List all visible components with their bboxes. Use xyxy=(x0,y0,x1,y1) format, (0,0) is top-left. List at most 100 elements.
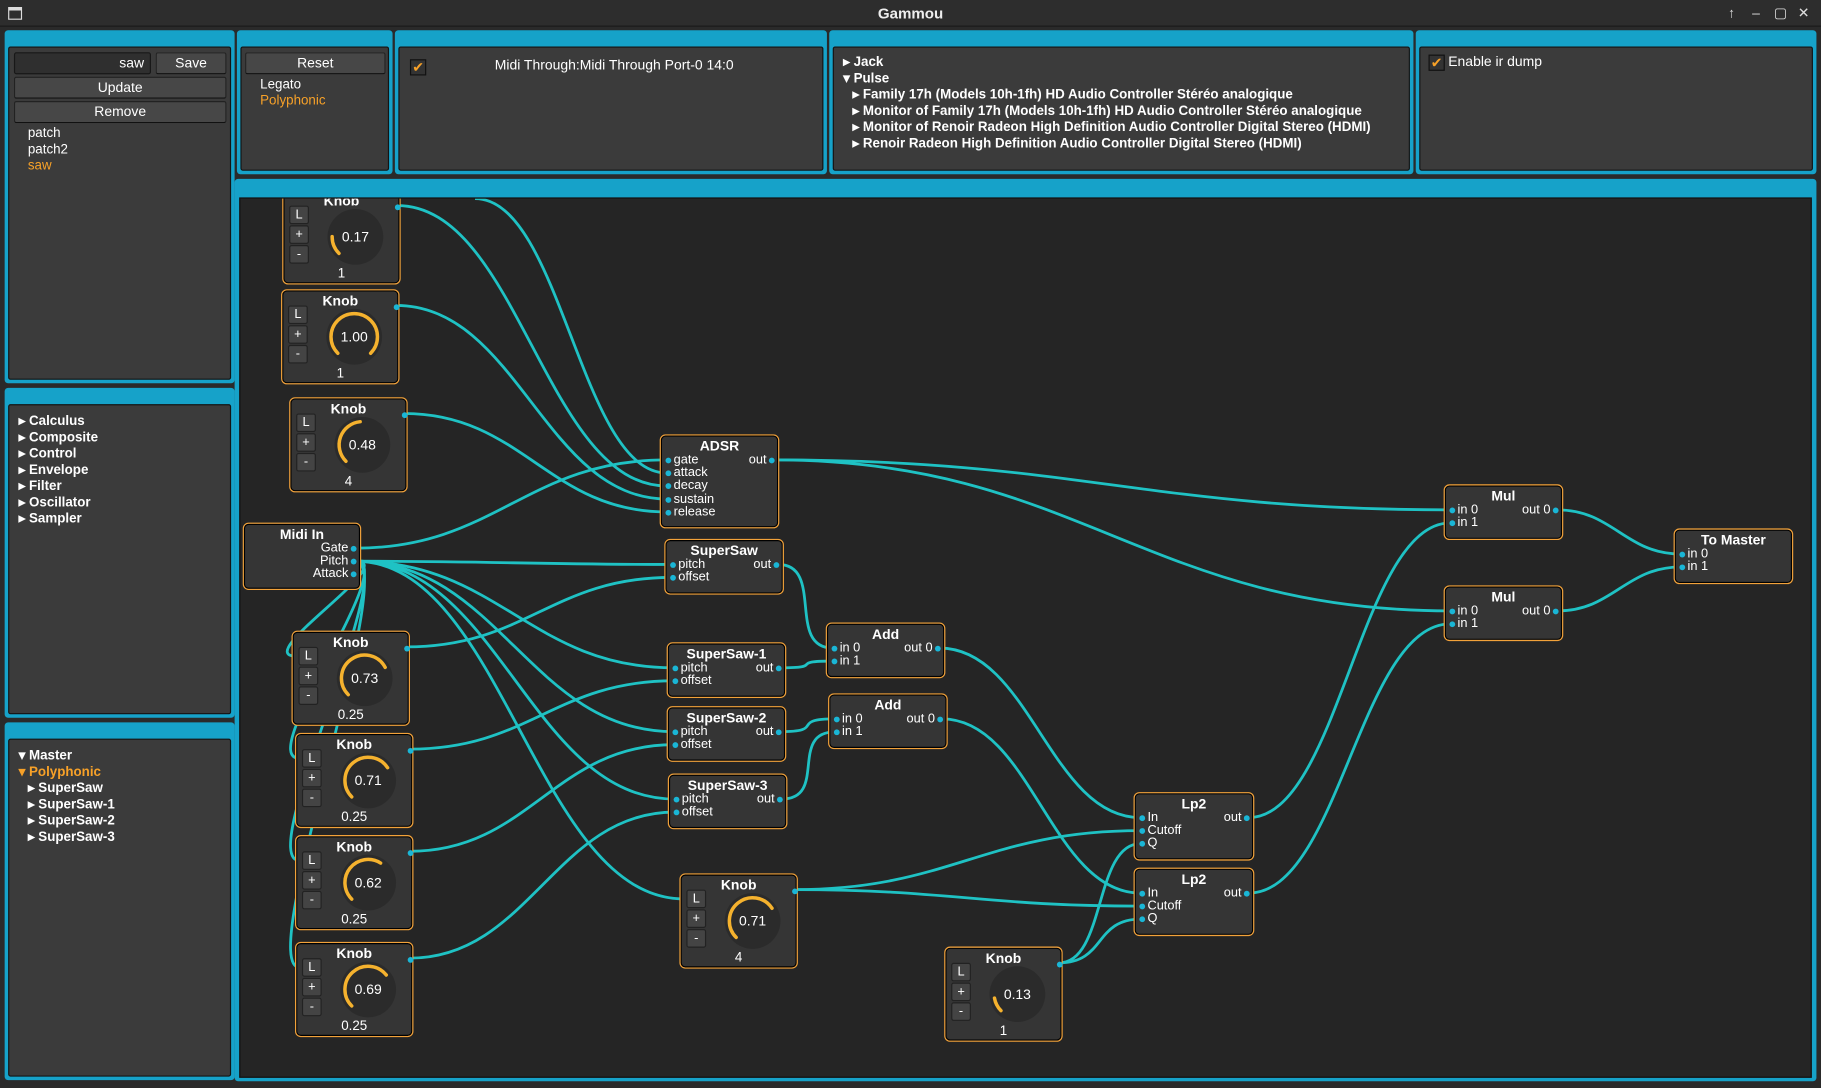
input-port-dot[interactable] xyxy=(831,645,838,652)
output-port-dot[interactable] xyxy=(350,545,357,552)
plugin-category-composite[interactable]: ▸ Composite xyxy=(19,429,98,445)
knob-node[interactable]: Knob L + -0.13 1 xyxy=(944,946,1063,1042)
wire[interactable] xyxy=(778,563,833,650)
adsr-node[interactable]: ADSR gate attack decay sustain release out xyxy=(659,434,780,529)
knob-node[interactable]: Knob L + -0.62 0.25 xyxy=(294,835,414,931)
remove-button[interactable]: Remove xyxy=(13,101,227,124)
output-port-dot[interactable] xyxy=(768,457,775,464)
audio-device-item[interactable]: ▸ Family 17h (Models 10h-1fh) HD Audio C… xyxy=(852,86,1292,102)
audio-api-jack[interactable]: ▸ Jack xyxy=(843,53,883,70)
wire[interactable] xyxy=(939,646,1141,820)
input-port-dot[interactable] xyxy=(1449,507,1456,514)
tree-item-supersaw-3[interactable]: ▸ SuperSaw-3 xyxy=(28,828,115,844)
output-port-dot[interactable] xyxy=(776,796,783,803)
plugin-category-control[interactable]: ▸ Control xyxy=(19,445,77,461)
wire[interactable] xyxy=(1557,508,1681,556)
input-port-dot[interactable] xyxy=(670,575,676,581)
output-port-dot[interactable] xyxy=(934,645,941,652)
plugin-category-oscillator[interactable]: ▸ Oscillator xyxy=(19,494,91,510)
wire[interactable] xyxy=(475,198,667,475)
input-port-dot[interactable] xyxy=(1679,551,1686,558)
output-port-dot[interactable] xyxy=(1243,890,1250,897)
patch-list-item[interactable]: patch2 xyxy=(28,143,68,157)
input-port-dot[interactable] xyxy=(1449,520,1456,527)
close-button[interactable]: ✕ xyxy=(1794,3,1813,22)
knob-node[interactable]: Knob L + -0.17 1 xyxy=(282,198,401,285)
plugin-category-envelope[interactable]: ▸ Envelope xyxy=(19,461,89,477)
input-port-dot[interactable] xyxy=(833,729,840,736)
save-button[interactable]: Save xyxy=(155,52,227,75)
update-button[interactable]: Update xyxy=(13,76,227,99)
wire[interactable] xyxy=(780,717,836,734)
input-port-dot[interactable] xyxy=(673,809,680,816)
input-port-dot[interactable] xyxy=(672,678,679,685)
ir-dump-checkbox[interactable]: ✔ xyxy=(1428,54,1445,71)
knob-node[interactable]: Knob L + -0.69 0.25 xyxy=(294,941,414,1038)
wire[interactable] xyxy=(781,730,836,801)
patch-list-item[interactable]: patch xyxy=(28,127,61,141)
output-port-dot[interactable] xyxy=(407,956,414,963)
add-node[interactable]: Add in 0 in 1 out 0 xyxy=(828,693,948,750)
audio-device-item[interactable]: ▸ Renoir Radeon High Definition Audio Co… xyxy=(852,135,1301,151)
input-port-dot[interactable] xyxy=(665,496,672,503)
input-port-dot[interactable] xyxy=(672,665,679,672)
mul-node[interactable]: Mul in 0 in 1 out 0 xyxy=(1443,484,1564,541)
input-port-dot[interactable] xyxy=(831,658,838,665)
knob-node[interactable]: Knob L + -0.71 4 xyxy=(679,873,798,969)
input-port-dot[interactable] xyxy=(833,716,840,723)
lp2-node[interactable]: Lp2 In Cutoff Qout xyxy=(1133,867,1255,937)
audio-device-item[interactable]: ▸ Monitor of Family 17h (Models 10h-1fh)… xyxy=(852,102,1361,119)
tree-item-supersaw-1[interactable]: ▸ SuperSaw-1 xyxy=(28,796,115,812)
input-port-dot[interactable] xyxy=(1449,621,1456,628)
input-port-dot[interactable] xyxy=(672,742,679,749)
input-port-dot[interactable] xyxy=(670,562,676,568)
plugin-category-filter[interactable]: ▸ Filter xyxy=(19,477,62,494)
output-port-dot[interactable] xyxy=(407,747,414,754)
output-port-dot[interactable] xyxy=(937,716,944,723)
knob-node[interactable]: Knob L + -0.48 4 xyxy=(289,397,408,493)
input-port-dot[interactable] xyxy=(1139,841,1146,848)
supersaw-node[interactable]: SuperSaw pitch offset out xyxy=(664,538,784,595)
output-port-dot[interactable] xyxy=(773,562,780,568)
plugin-category-sampler[interactable]: ▸ Sampler xyxy=(19,510,82,526)
midi-in-node[interactable]: Midi In Gate Pitch Attack xyxy=(242,522,362,590)
supersaw-3-node[interactable]: SuperSaw-3 pitch offset out xyxy=(667,773,788,830)
wire[interactable] xyxy=(794,888,1141,908)
patch-name-input[interactable]: saw xyxy=(13,52,151,75)
knob-node[interactable]: Knob L + -0.73 0.25 xyxy=(291,630,410,726)
input-port-dot[interactable] xyxy=(1139,828,1146,835)
input-port-dot[interactable] xyxy=(1139,916,1146,923)
input-port-dot[interactable] xyxy=(672,729,679,736)
wire[interactable] xyxy=(941,717,1141,895)
wire[interactable] xyxy=(1557,565,1681,613)
input-port-dot[interactable] xyxy=(1449,608,1456,615)
keep-above-button[interactable]: ↑ xyxy=(1722,3,1741,22)
output-port-dot[interactable] xyxy=(775,729,782,736)
circuit-canvas[interactable]: Knob L + -0.17 1 Knob L + -1.00 1 Knob L + -0.48 4 Knob… xyxy=(239,197,1812,1078)
wire[interactable] xyxy=(1059,842,1141,965)
input-port-dot[interactable] xyxy=(665,483,672,490)
output-port-dot[interactable] xyxy=(350,558,357,565)
audio-device-item[interactable]: ▸ Monitor of Renoir Radeon High Definiti… xyxy=(852,118,1370,135)
wire[interactable] xyxy=(794,829,1141,892)
wire[interactable] xyxy=(1248,622,1451,895)
wire[interactable] xyxy=(355,559,672,566)
output-port-dot[interactable] xyxy=(1552,608,1559,615)
minimize-button[interactable]: – xyxy=(1747,3,1766,22)
add-node[interactable]: Add in 0 in 1 out 0 xyxy=(825,622,946,679)
knob-node[interactable]: Knob L + -1.00 1 xyxy=(281,289,400,385)
mode-polyphonic[interactable]: Polyphonic xyxy=(260,94,325,108)
input-port-dot[interactable] xyxy=(1139,903,1146,910)
wire[interactable] xyxy=(396,304,667,501)
midi-device-checkbox[interactable]: ✔ xyxy=(409,59,427,76)
wire[interactable] xyxy=(409,743,674,853)
tree-master[interactable]: ▾ Master xyxy=(19,747,72,763)
wire[interactable] xyxy=(409,679,674,751)
output-port-dot[interactable] xyxy=(401,412,408,419)
reset-button[interactable]: Reset xyxy=(245,52,386,75)
maximize-button[interactable]: ▢ xyxy=(1771,3,1790,22)
tree-item-supersaw-2[interactable]: ▸ SuperSaw-2 xyxy=(28,812,115,828)
supersaw-1-node[interactable]: SuperSaw-1 pitch offset out xyxy=(666,642,787,699)
output-port-dot[interactable] xyxy=(393,304,400,311)
input-port-dot[interactable] xyxy=(665,509,672,516)
